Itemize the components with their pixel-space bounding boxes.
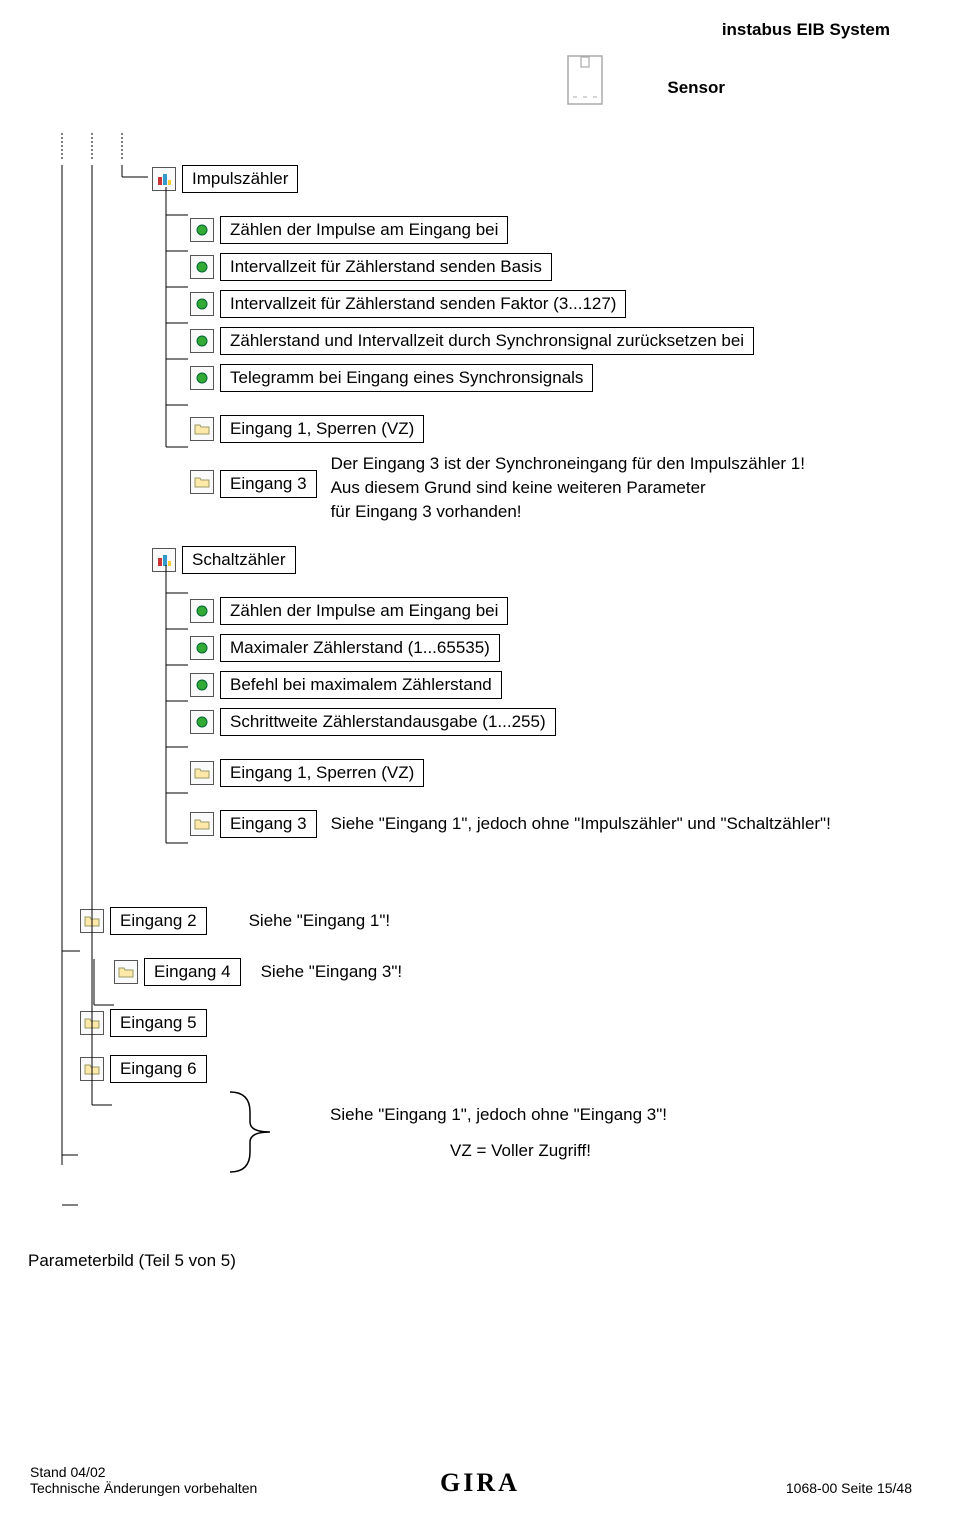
tree-label: Befehl bei maximalem Zählerstand <box>220 671 502 699</box>
footer-pageref: 1068-00 Seite 15/48 <box>786 1480 912 1496</box>
folder-icon <box>80 909 104 933</box>
param-icon <box>190 710 214 734</box>
impulszaehler-label: Impulszähler <box>182 165 298 193</box>
folder-icon <box>114 960 138 984</box>
tree-note: Siehe "Eingang 1", jedoch ohne "Impulszä… <box>331 814 831 834</box>
tree-label: Eingang 6 <box>110 1055 207 1083</box>
tree-label: Eingang 4 <box>144 958 241 986</box>
tree-label: Eingang 1, Sperren (VZ) <box>220 415 424 443</box>
tree-label: Maximaler Zählerstand (1...65535) <box>220 634 500 662</box>
eingang4-node: Eingang 4 Siehe "Eingang 3"! <box>114 958 831 986</box>
param-icon <box>190 599 214 623</box>
eingang3-note: Der Eingang 3 ist der Synchroneingang fü… <box>331 452 805 523</box>
tree-label: Intervallzeit für Zählerstand senden Fak… <box>220 290 626 318</box>
folder-icon <box>80 1011 104 1035</box>
tree-label: Zählen der Impulse am Eingang bei <box>220 597 508 625</box>
param-caption: Parameterbild (Teil 5 von 5) <box>28 1251 236 1271</box>
tree-item: Eingang 3 Siehe "Eingang 1", jedoch ohne… <box>190 810 831 838</box>
tree-label: Zählerstand und Intervallzeit durch Sync… <box>220 327 754 355</box>
folder-icon <box>190 812 214 836</box>
tree-item: Zählerstand und Intervallzeit durch Sync… <box>190 327 831 355</box>
note-line: Siehe "Eingang 1", jedoch ohne "Eingang … <box>330 1105 667 1125</box>
tree-item: Schrittweite Zählerstandausgabe (1...255… <box>190 708 831 736</box>
note-line: Der Eingang 3 ist der Synchroneingang fü… <box>331 452 805 476</box>
param-icon <box>190 673 214 697</box>
eingang6-node: Eingang 6 <box>80 1055 831 1083</box>
tree-item: Telegramm bei Eingang eines Synchronsign… <box>190 364 831 392</box>
param-icon <box>190 218 214 242</box>
note-line: Aus diesem Grund sind keine weiteren Par… <box>331 476 805 500</box>
param-icon <box>190 329 214 353</box>
param-icon <box>190 636 214 660</box>
tree-label: Eingang 3 <box>220 470 317 498</box>
schaltzaehler-node: Schaltzähler <box>152 546 831 574</box>
tree-label: Eingang 5 <box>110 1009 207 1037</box>
tree-label: Eingang 3 <box>220 810 317 838</box>
tree-label: Schaltzähler <box>182 546 296 574</box>
tree-item: Intervallzeit für Zählerstand senden Fak… <box>190 290 831 318</box>
pulse-counter-icon <box>152 167 176 191</box>
curly-brace-icon <box>220 1087 320 1177</box>
tree-label: Intervallzeit für Zählerstand senden Bas… <box>220 253 552 281</box>
eingang56-note: Siehe "Eingang 1", jedoch ohne "Eingang … <box>330 1105 667 1161</box>
eingang2-node: Eingang 2 Siehe "Eingang 1"! <box>80 907 831 935</box>
footer-disclaimer: Technische Änderungen vorbehalten <box>30 1480 257 1496</box>
folder-icon <box>190 470 214 494</box>
tree-item: Zählen der Impulse am Eingang bei <box>190 216 831 244</box>
tree-note: Siehe "Eingang 3"! <box>261 962 403 982</box>
tree-label: Eingang 2 <box>110 907 207 935</box>
tree-note: Siehe "Eingang 1"! <box>249 911 391 931</box>
tree-item: Befehl bei maximalem Zählerstand <box>190 671 831 699</box>
param-icon <box>190 366 214 390</box>
note-line: VZ = Voller Zugriff! <box>450 1141 667 1161</box>
param-icon <box>190 255 214 279</box>
tree-label: Telegramm bei Eingang eines Synchronsign… <box>220 364 593 392</box>
parameter-tree: Impulszähler Zählen der Impulse am Einga… <box>80 165 831 1092</box>
tree-item-eingang3: Eingang 3 Der Eingang 3 ist der Synchron… <box>190 452 831 523</box>
switch-counter-icon <box>152 548 176 572</box>
tree-item: Eingang 1, Sperren (VZ) <box>190 415 831 443</box>
footer-left: Stand 04/02 Technische Änderungen vorbeh… <box>30 1464 257 1496</box>
eingang5-node: Eingang 5 <box>80 1009 831 1037</box>
tree-item: Eingang 1, Sperren (VZ) <box>190 759 831 787</box>
param-icon <box>190 292 214 316</box>
tree-item: Intervallzeit für Zählerstand senden Bas… <box>190 253 831 281</box>
folder-icon <box>80 1057 104 1081</box>
folder-icon <box>190 417 214 441</box>
doc-subtitle: Sensor <box>667 78 725 98</box>
doc-title: instabus EIB System <box>722 20 890 40</box>
tree-label: Zählen der Impulse am Eingang bei <box>220 216 508 244</box>
tree-item: Zählen der Impulse am Eingang bei <box>190 597 831 625</box>
impulszaehler-node: Impulszähler <box>152 165 831 193</box>
tree-label: Schrittweite Zählerstandausgabe (1...255… <box>220 708 556 736</box>
footer-date: Stand 04/02 <box>30 1464 257 1480</box>
tree-label: Eingang 1, Sperren (VZ) <box>220 759 424 787</box>
tree-item: Maximaler Zählerstand (1...65535) <box>190 634 831 662</box>
chip-icon <box>567 55 603 110</box>
gira-logo: GIRA <box>440 1468 520 1498</box>
note-line: für Eingang 3 vorhanden! <box>331 500 805 524</box>
folder-icon <box>190 761 214 785</box>
